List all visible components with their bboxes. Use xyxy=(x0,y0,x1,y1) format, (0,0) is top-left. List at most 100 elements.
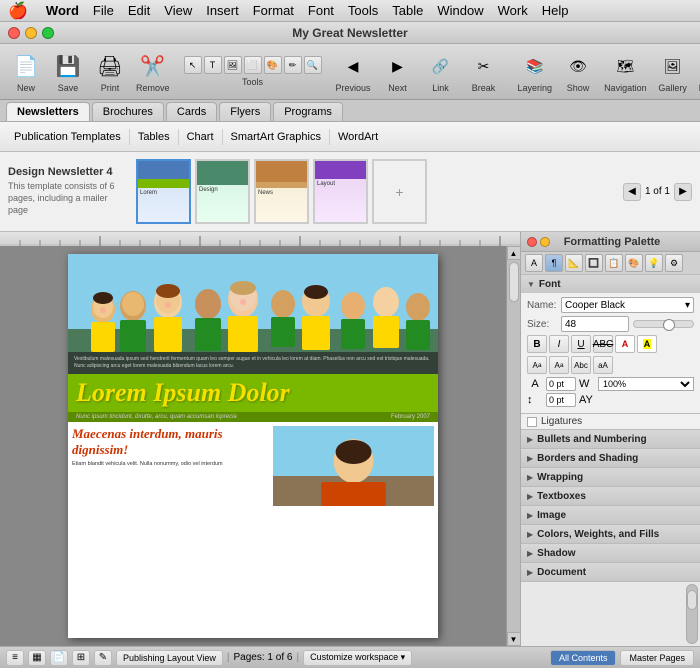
char-spacing-input[interactable]: 0 pt xyxy=(546,377,576,391)
italic-button[interactable]: I xyxy=(549,335,569,353)
master-pages-btn[interactable]: Master Pages xyxy=(620,650,694,666)
toolbar-show[interactable]: 👁 Show xyxy=(558,50,598,93)
palette-tool-2[interactable]: ¶ xyxy=(545,254,563,272)
image-header[interactable]: ▶ Image xyxy=(521,506,700,524)
small-caps-button[interactable]: Abc xyxy=(571,356,591,374)
toolbar-shape-icon[interactable]: ⬜ xyxy=(244,56,262,74)
highlight-color-button[interactable]: A xyxy=(637,335,657,353)
menu-word[interactable]: Word xyxy=(46,3,79,18)
shadow-header[interactable]: ▶ Shadow xyxy=(521,544,700,562)
toolbar-link[interactable]: 🔗 Link xyxy=(421,50,461,93)
toolbar-new[interactable]: 📄 New xyxy=(6,50,46,93)
subscript-button[interactable]: Aa xyxy=(527,356,547,374)
scroll-track[interactable] xyxy=(507,260,520,632)
toolbar-gallery[interactable]: 🖼 Gallery xyxy=(653,50,693,93)
template-thumb-4[interactable]: Layout xyxy=(313,159,368,224)
minimize-button[interactable] xyxy=(25,27,37,39)
borders-shading-header[interactable]: ▶ Borders and Shading xyxy=(521,449,700,467)
textboxes-header[interactable]: ▶ Textboxes xyxy=(521,487,700,505)
toolbar-paint-icon[interactable]: 🎨 xyxy=(264,56,282,74)
status-icon-2[interactable]: ▦ xyxy=(28,650,46,666)
palette-minimize-button[interactable] xyxy=(540,237,550,247)
tab-programs[interactable]: Programs xyxy=(273,102,343,121)
superscript-button[interactable]: Aa xyxy=(549,356,569,374)
tab-cards[interactable]: Cards xyxy=(166,102,217,121)
palette-tool-6[interactable]: 🎨 xyxy=(625,254,643,272)
scroll-up-arrow[interactable]: ▲ xyxy=(507,246,521,260)
toolbar-next[interactable]: ▶ Next xyxy=(378,50,418,93)
toolbar-image-icon[interactable]: 🖼 xyxy=(224,56,242,74)
ligatures-checkbox[interactable] xyxy=(527,417,537,427)
toolbar-previous[interactable]: ◀ Previous xyxy=(332,50,375,93)
publishing-layout-view-btn[interactable]: Publishing Layout View xyxy=(116,650,223,666)
menu-table[interactable]: Table xyxy=(392,3,423,18)
palette-tool-7[interactable]: 💡 xyxy=(645,254,663,272)
colors-weights-header[interactable]: ▶ Colors, Weights, and Fills xyxy=(521,525,700,543)
toolbar-pencil-icon[interactable]: ✏ xyxy=(284,56,302,74)
palette-scroll-thumb[interactable] xyxy=(687,590,697,610)
font-color-button[interactable]: A xyxy=(615,335,635,353)
menu-font[interactable]: Font xyxy=(308,3,334,18)
scroll-down-arrow[interactable]: ▼ xyxy=(507,632,521,646)
toolbar-inspector[interactable]: ℹ Inspector xyxy=(695,50,700,93)
all-caps-button[interactable]: aA xyxy=(593,356,613,374)
palette-tool-1[interactable]: A xyxy=(525,254,543,272)
customize-workspace-btn[interactable]: Customize workspace ▾ xyxy=(303,650,412,666)
nav-prev-arrow[interactable]: ◀ xyxy=(623,183,641,201)
palette-tool-4[interactable]: 🔲 xyxy=(585,254,603,272)
status-icon-4[interactable]: ⊞ xyxy=(72,650,90,666)
toolbar-text-icon[interactable]: T xyxy=(204,56,222,74)
menu-help[interactable]: Help xyxy=(542,3,569,18)
status-icon-5[interactable]: ✎ xyxy=(94,650,112,666)
bold-button[interactable]: B xyxy=(527,335,547,353)
toolbar-layering[interactable]: 📚 Layering xyxy=(514,50,557,93)
tab-brochures[interactable]: Brochures xyxy=(92,102,164,121)
document-scroll-area[interactable]: Vestibulum malesuada ipsum sed hendrerit… xyxy=(0,246,506,646)
close-button[interactable] xyxy=(8,27,20,39)
palette-scrollbar[interactable] xyxy=(686,584,698,644)
palette-tool-5[interactable]: 📋 xyxy=(605,254,623,272)
underline-button[interactable]: U xyxy=(571,335,591,353)
apple-menu[interactable]: 🍎 xyxy=(8,1,28,21)
all-contents-btn[interactable]: All Contents xyxy=(550,650,617,666)
menu-tools[interactable]: Tools xyxy=(348,3,378,18)
template-thumb-3[interactable]: News xyxy=(254,159,309,224)
font-size-input[interactable]: 48 xyxy=(561,316,629,332)
vertical-scrollbar[interactable]: ▲ ▼ xyxy=(506,246,520,646)
document-header[interactable]: ▶ Document xyxy=(521,563,700,581)
scroll-thumb[interactable] xyxy=(509,262,519,302)
toolbar-print[interactable]: 🖨 Print xyxy=(90,50,130,93)
toolbar-zoom-tool-icon[interactable]: 🔍 xyxy=(304,56,322,74)
menu-edit[interactable]: Edit xyxy=(128,3,150,18)
font-name-input[interactable]: Cooper Black ▾ xyxy=(561,297,694,313)
maximize-button[interactable] xyxy=(42,27,54,39)
toolbar-save[interactable]: 💾 Save xyxy=(48,50,88,93)
menu-format[interactable]: Format xyxy=(253,3,294,18)
menu-work[interactable]: Work xyxy=(498,3,528,18)
tab-flyers[interactable]: Flyers xyxy=(219,102,271,121)
palette-close-button[interactable] xyxy=(527,237,537,247)
template-thumb-1[interactable]: Lorem xyxy=(136,159,191,224)
font-size-slider[interactable] xyxy=(633,320,695,328)
status-icon-3[interactable]: 📄 xyxy=(50,650,68,666)
nav-next-arrow[interactable]: ▶ xyxy=(674,183,692,201)
toolbar-break[interactable]: ✂ Break xyxy=(464,50,504,93)
menu-view[interactable]: View xyxy=(164,3,192,18)
toolbar-navigation[interactable]: 🗺 Navigation xyxy=(600,50,651,93)
palette-tool-3[interactable]: 📐 xyxy=(565,254,583,272)
word-spacing-select[interactable]: 100% xyxy=(598,377,694,391)
menu-file[interactable]: File xyxy=(93,3,114,18)
tab-newsletters[interactable]: Newsletters xyxy=(6,102,90,121)
font-section-header[interactable]: ▼ Font xyxy=(521,275,700,293)
menu-window[interactable]: Window xyxy=(437,3,483,18)
wrapping-header[interactable]: ▶ Wrapping xyxy=(521,468,700,486)
palette-tool-8[interactable]: ⚙ xyxy=(665,254,683,272)
template-thumb-2[interactable]: Design xyxy=(195,159,250,224)
strikethrough-button[interactable]: ABC xyxy=(593,335,613,353)
status-icon-1[interactable]: ≡ xyxy=(6,650,24,666)
template-thumb-5[interactable]: + xyxy=(372,159,427,224)
toolbar-remove[interactable]: ✂️ Remove xyxy=(132,50,174,93)
menu-insert[interactable]: Insert xyxy=(206,3,239,18)
bullets-numbering-header[interactable]: ▶ Bullets and Numbering xyxy=(521,430,700,448)
line-spacing-input[interactable]: 0 pt xyxy=(546,393,576,407)
